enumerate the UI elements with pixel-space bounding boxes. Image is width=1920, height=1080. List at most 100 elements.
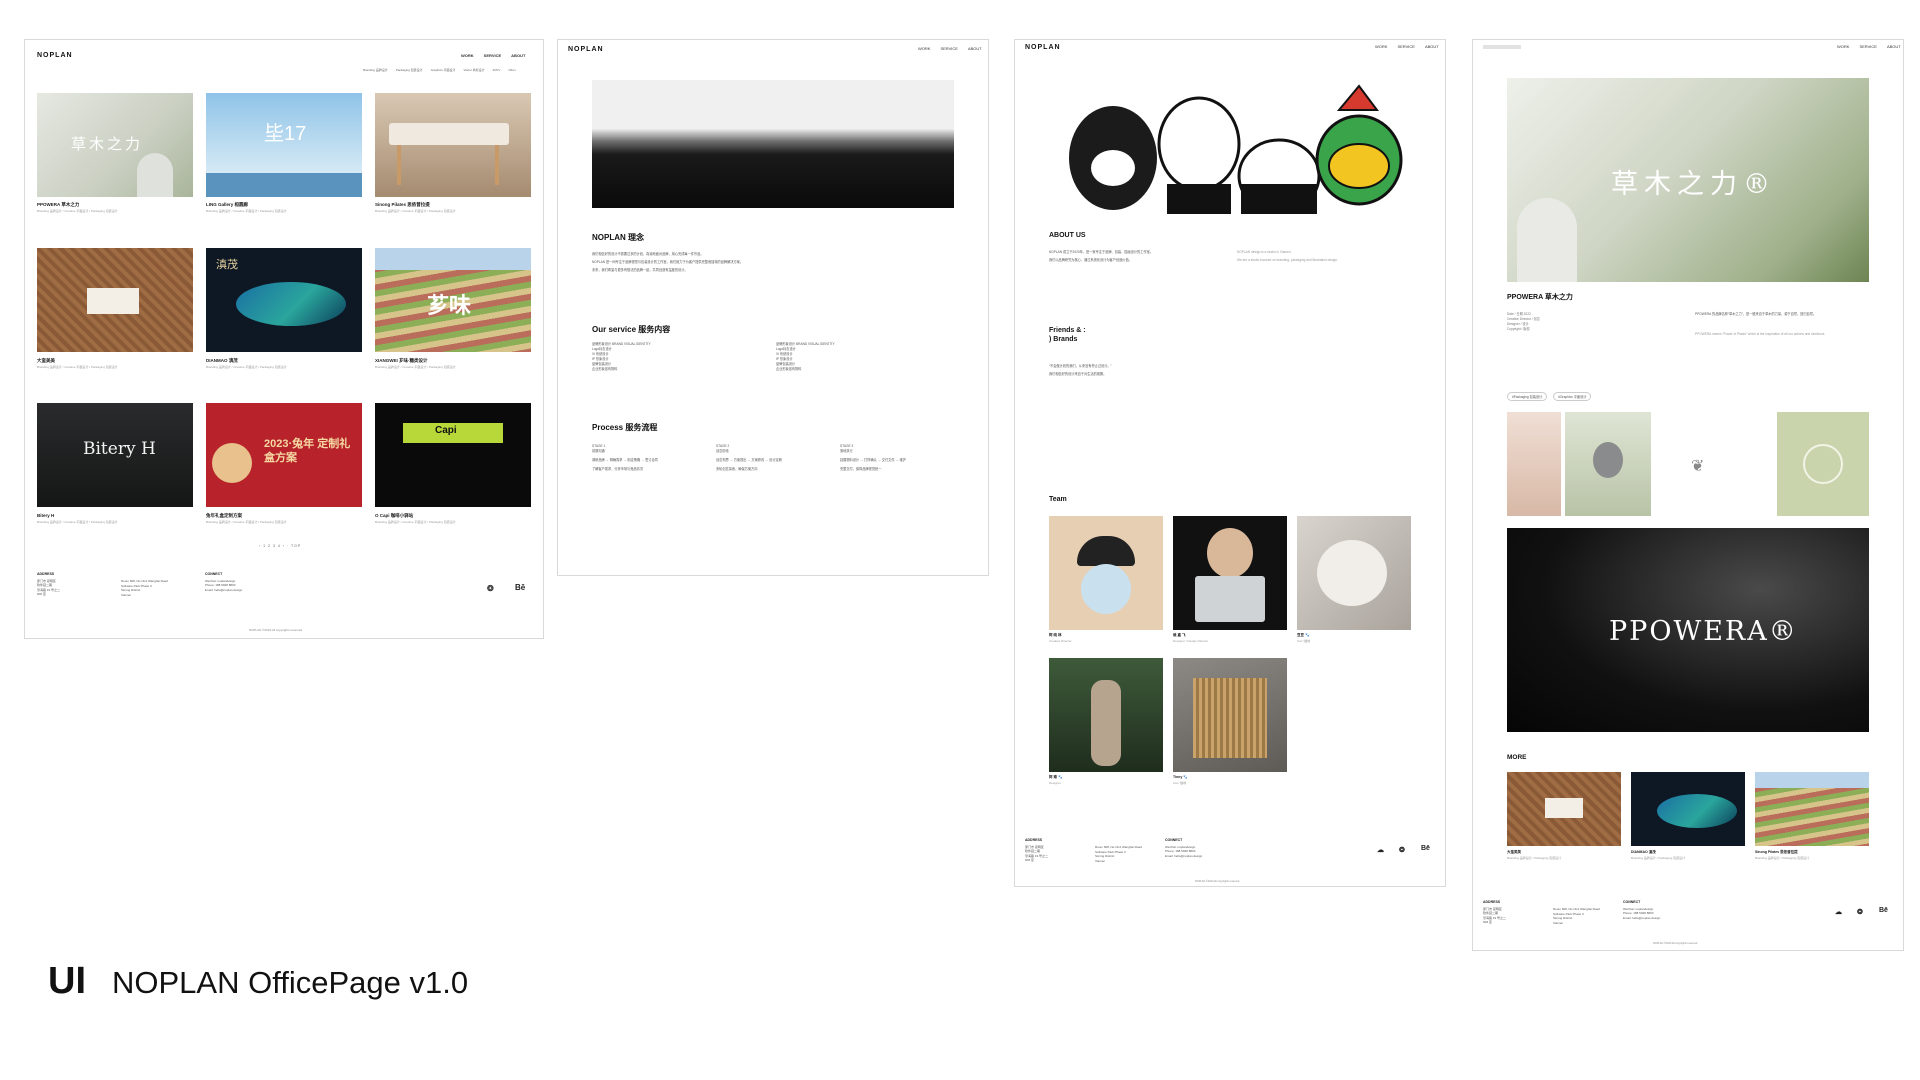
wechat-icon[interactable]: ☁ xyxy=(1377,846,1384,854)
tile-artwork-text: Bitery H xyxy=(83,439,156,459)
work-tile-bitery[interactable]: Bitery H xyxy=(37,403,193,507)
tile-artwork-text: 滇茂 xyxy=(216,258,238,271)
work-title[interactable]: PPOWERA 草木之力 xyxy=(37,202,79,208)
footer-address-en: Room 608, No.19-2 Wanghai Road Software P… xyxy=(121,579,168,597)
top-nav: WORK SERVICE ABOUT xyxy=(1837,44,1901,49)
tile-artwork-text: 芗味 xyxy=(427,293,472,318)
work-title[interactable]: 兔年礼盒定制方案 xyxy=(206,513,242,519)
sea-shape xyxy=(206,173,362,197)
nav-about[interactable]: ABOUT xyxy=(1887,44,1901,49)
service-heading: Our service 服务内容 xyxy=(592,325,671,334)
work-title[interactable]: Bitery H xyxy=(37,513,54,518)
filter-graphics[interactable]: Graphics 平面设计 xyxy=(431,68,456,72)
copyright: NOPLAN ©2023 All copyrights reserved xyxy=(1195,880,1240,883)
member-name: Tinny 🐾 xyxy=(1173,775,1188,779)
filter-ipkv[interactable]: IP/KV xyxy=(493,68,501,72)
leaf-bird-icon: ❦ xyxy=(1691,458,1705,475)
work-tile-xiangwei[interactable]: 芗味 xyxy=(375,248,531,352)
work-categories: Branding 品牌设计 / Creative 平面设计 / Packagin… xyxy=(37,365,118,369)
nav-work[interactable]: WORK xyxy=(918,46,930,51)
nav-service[interactable]: SERVICE xyxy=(484,53,502,58)
work-categories: Branding 品牌设计 / Creative 平面设计 / Packagin… xyxy=(206,209,287,213)
brand-logo[interactable]: NOPLAN xyxy=(37,52,73,59)
tag-packaging[interactable]: #Packaging 包装设计 xyxy=(1507,392,1548,401)
pagination[interactable]: ‹ 1 2 3 4 › · TOP xyxy=(259,544,301,548)
filter-packaging[interactable]: Packaging 包装设计 xyxy=(396,68,423,72)
team-photo-1[interactable] xyxy=(1049,516,1163,630)
weibo-icon[interactable]: ❂ xyxy=(487,584,494,593)
member-role: Creative Director xyxy=(1049,639,1072,643)
wechat-icon[interactable]: ☁ xyxy=(1835,908,1842,916)
more-tile-2[interactable] xyxy=(1631,772,1745,846)
filter-visitor[interactable]: Visitor 商标设计 xyxy=(464,68,485,72)
work-page-mockup: NOPLAN WORK SERVICE ABOUT Branding 品牌设计 … xyxy=(24,39,544,639)
more-tile-3[interactable] xyxy=(1755,772,1869,846)
nav-about[interactable]: ABOUT xyxy=(1425,44,1439,49)
friends-heading: Friends & : ) Brands xyxy=(1049,327,1086,343)
tag-graphics[interactable]: #Graphics 平面设计 xyxy=(1553,392,1592,401)
team-photo-3[interactable] xyxy=(1297,516,1411,630)
card-shape xyxy=(1545,798,1583,818)
project-title: PPOWERA 草木之力 xyxy=(1507,294,1573,301)
philosophy-text: 我们相信好的设计不需要过多的计划，真诚地面对品牌，用心完成每一件作品。 NOPL… xyxy=(592,252,744,272)
work-tile-dianmao[interactable]: 滇茂 xyxy=(206,248,362,352)
nav-about[interactable]: ABOUT xyxy=(511,53,525,58)
reformer-leg xyxy=(397,145,401,185)
work-tile-sinong-pilates[interactable] xyxy=(375,93,531,197)
more-tile-1[interactable] xyxy=(1507,772,1621,846)
work-title[interactable]: DIANMAO 滇茂 xyxy=(206,358,238,364)
category-filters: Branding 品牌设计 Packaging 包装设计 Graphics 平面… xyxy=(363,68,516,72)
more-title[interactable]: DIANMAO 滇茂 xyxy=(1631,850,1656,855)
work-tile-ppowera[interactable]: 草木之力 xyxy=(37,93,193,197)
member-role: Designer xyxy=(1049,781,1062,785)
mascot-illustration xyxy=(1069,84,1403,214)
team-photo-4[interactable] xyxy=(1049,658,1163,772)
nav-service[interactable]: SERVICE xyxy=(1859,44,1877,49)
behance-icon[interactable]: Bē xyxy=(1421,845,1430,852)
work-categories: Branding 品牌设计 / Creative 平面设计 / Packagin… xyxy=(375,209,456,213)
person-shape xyxy=(1091,680,1121,766)
gallery-bird-image xyxy=(1565,412,1651,516)
behance-icon[interactable]: Bē xyxy=(1879,907,1888,914)
more-title[interactable]: Sinong Pilates 思侬普拉提 xyxy=(1755,850,1798,855)
nav-service[interactable]: SERVICE xyxy=(940,46,958,51)
nav-about[interactable]: ABOUT xyxy=(968,46,982,51)
work-title[interactable]: 大蛮美美 xyxy=(37,358,55,364)
work-categories: Branding 品牌设计 / Creative 平面设计 / Packagin… xyxy=(206,520,287,524)
team-photo-5[interactable] xyxy=(1173,658,1287,772)
more-title[interactable]: 大蛮美美 xyxy=(1507,850,1521,855)
work-title[interactable]: O Capi 咖啡小驿站 xyxy=(375,513,413,519)
filter-other[interactable]: Other xyxy=(508,68,516,72)
work-title[interactable]: XIANGWEI 芗味·糖类设计 xyxy=(375,358,428,364)
nav-work[interactable]: WORK xyxy=(1837,44,1849,49)
about-page-mockup: NOPLAN WORK SERVICE ABOUT ABOUT US NOPLA… xyxy=(1014,39,1446,887)
work-tile-ocapi[interactable]: Capi xyxy=(375,403,531,507)
work-tile-rabbit-gift[interactable]: 2023·兔年 定制礼盒方案 xyxy=(206,403,362,507)
tile-artwork-text: 2023·兔年 定制礼盒方案 xyxy=(264,438,351,464)
nav-work[interactable]: WORK xyxy=(461,53,474,58)
card-shape xyxy=(87,288,139,314)
reformer-shape xyxy=(389,123,509,145)
service-list-right: 品牌形象设计 BRAND VISUAL IDENTITY Logo标志设计 VI 系… xyxy=(776,342,835,371)
work-title[interactable]: LING Gallery 桓圆廊 xyxy=(206,202,248,208)
nav-service[interactable]: SERVICE xyxy=(1397,44,1415,49)
process-stage-1: STAGE 1 前期沟通 调研品牌 → 明确需求 → 制定策略 → 签订合同 了解客… xyxy=(592,444,658,471)
behance-icon[interactable]: Bē xyxy=(515,583,525,592)
work-tile-ling-gallery[interactable]: 坒17 xyxy=(206,93,362,197)
tile-artwork-text: Capi xyxy=(435,425,457,436)
process-stage-2: STAGE 2 创意阶段 创意构思 → 方案提出 → 方案修改 → 设计定稿 多轮创… xyxy=(716,444,782,471)
work-categories: Branding 品牌设计 / Creative 平面设计 / Packagin… xyxy=(375,520,456,524)
member-name: 维 嘉 飞 xyxy=(1173,633,1186,637)
project-tags: #Packaging 包装设计 #Graphics 平面设计 xyxy=(1507,392,1592,401)
weibo-icon[interactable]: ❂ xyxy=(1857,908,1863,916)
filter-branding[interactable]: Branding 品牌设计 xyxy=(363,68,388,72)
weibo-icon[interactable]: ❂ xyxy=(1399,846,1405,854)
member-name: 阿 晓 林 xyxy=(1049,633,1062,637)
nav-work[interactable]: WORK xyxy=(1375,44,1387,49)
team-photo-2[interactable] xyxy=(1173,516,1287,630)
brand-logo[interactable]: NOPLAN xyxy=(568,46,604,53)
brand-logo[interactable]: NOPLAN xyxy=(1025,44,1061,51)
work-tile-damanmeimei[interactable] xyxy=(37,248,193,352)
member-role: Designer / Design Director xyxy=(1173,639,1209,643)
work-title[interactable]: Sinong Pilates 思侬普拉提 xyxy=(375,202,430,208)
